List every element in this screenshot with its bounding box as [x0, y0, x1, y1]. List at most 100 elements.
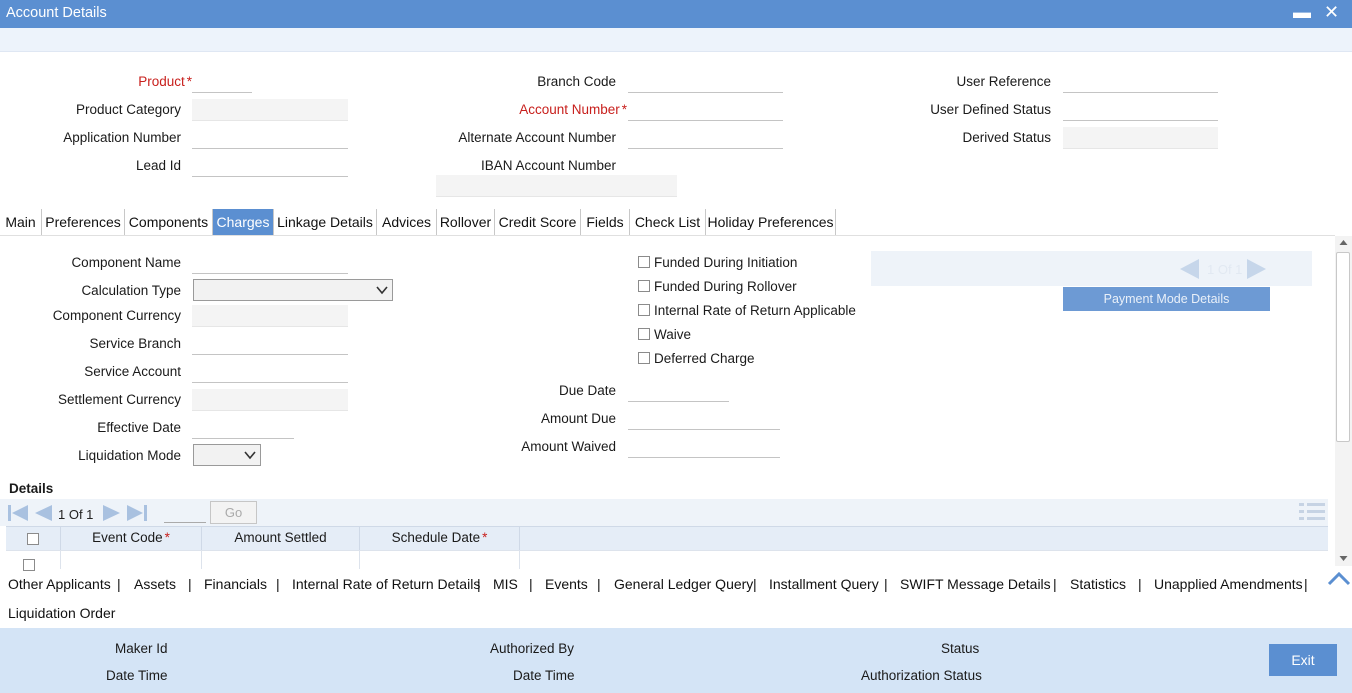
next-icon[interactable] [1247, 259, 1266, 279]
due-date-input[interactable] [628, 380, 729, 402]
payment-mode-panel [871, 251, 1312, 286]
next-page-icon[interactable] [101, 503, 123, 523]
first-page-icon[interactable] [7, 503, 29, 523]
derived-status-label: Derived Status [962, 130, 1051, 145]
effective-date-input[interactable] [192, 417, 294, 439]
toolbar-strip [0, 28, 1352, 52]
account-number-input[interactable] [628, 99, 783, 121]
amount-settled-cell[interactable] [202, 551, 360, 569]
user-reference-input[interactable] [1063, 71, 1218, 93]
component-name-input[interactable] [192, 252, 348, 274]
tab-main[interactable]: Main [0, 209, 42, 235]
link-financials[interactable]: Financials [204, 576, 267, 592]
user-defined-status-input[interactable] [1063, 99, 1218, 121]
link-separator: | [1138, 576, 1142, 592]
amount-due-input[interactable] [628, 408, 780, 430]
waive-checkbox[interactable] [638, 328, 650, 340]
application-number-input[interactable] [192, 127, 348, 149]
row-checkbox[interactable] [23, 559, 35, 571]
funded-during-initiation-checkbox[interactable] [638, 256, 650, 268]
audit-footer: Maker Id Date Time Authorized By Date Ti… [0, 628, 1352, 693]
funded-during-rollover-label: Funded During Rollover [654, 279, 797, 294]
link-general-ledger-query[interactable]: General Ledger Query [614, 576, 753, 592]
calculation-type-select[interactable] [193, 279, 393, 301]
link-other-applicants[interactable]: Other Applicants [8, 576, 111, 592]
minimize-icon[interactable]: ▬ [1293, 1, 1311, 23]
payment-mode-details-button[interactable]: Payment Mode Details [1063, 287, 1270, 311]
tab-preferences[interactable]: Preferences [42, 209, 125, 235]
collapse-up-icon[interactable] [1327, 570, 1351, 586]
tab-components[interactable]: Components [125, 209, 213, 235]
liquidation-mode-select[interactable] [193, 444, 261, 466]
amount-due-label: Amount Due [540, 411, 616, 426]
link-separator: | [1304, 576, 1308, 592]
link-irr-details[interactable]: Internal Rate of Return Details [292, 576, 480, 592]
link-liquidation-order[interactable]: Liquidation Order [8, 605, 115, 621]
row-select-cell [6, 551, 61, 571]
link-events[interactable]: Events [545, 576, 588, 592]
table-row [6, 550, 1328, 571]
scrollbar-thumb[interactable] [1336, 252, 1350, 442]
service-branch-label: Service Branch [89, 336, 181, 351]
scroll-down-icon[interactable] [1339, 555, 1348, 562]
link-assets[interactable]: Assets [134, 576, 176, 592]
column-event-code[interactable]: Event Code * [61, 527, 202, 550]
chevron-down-icon [376, 286, 388, 295]
tab-holiday-preferences[interactable]: Holiday Preferences [706, 209, 836, 235]
amount-waived-input[interactable] [628, 436, 780, 458]
event-code-cell[interactable] [61, 551, 202, 569]
vertical-scrollbar[interactable] [1335, 236, 1352, 566]
link-statistics[interactable]: Statistics [1070, 576, 1126, 592]
deferred-charge-checkbox[interactable] [638, 352, 650, 364]
auth-date-time-label: Date Time [513, 668, 575, 683]
tab-linkage-details[interactable]: Linkage Details [274, 209, 377, 235]
link-installment-query[interactable]: Installment Query [769, 576, 879, 592]
link-swift-message-details[interactable]: SWIFT Message Details [900, 576, 1051, 592]
branch-code-label: Branch Code [537, 74, 616, 89]
funded-during-rollover-checkbox[interactable] [638, 280, 650, 292]
tab-check-list[interactable]: Check List [630, 209, 706, 235]
authorization-status-label: Authorization Status [861, 668, 982, 683]
payment-mode-page: 1 Of 1 [1207, 262, 1243, 277]
alternate-account-number-input[interactable] [628, 127, 783, 149]
alternate-account-number-label: Alternate Account Number [458, 130, 616, 145]
settlement-currency-field [192, 389, 348, 411]
tab-underline [0, 235, 1335, 236]
previous-icon[interactable] [1180, 259, 1199, 279]
link-separator: | [597, 576, 601, 592]
column-amount-settled[interactable]: Amount Settled [202, 527, 360, 550]
go-button[interactable]: Go [210, 501, 257, 524]
service-account-label: Service Account [84, 364, 181, 379]
grid-menu-icon[interactable] [1299, 502, 1325, 522]
exit-button[interactable]: Exit [1269, 644, 1337, 676]
lead-id-input[interactable] [192, 155, 348, 177]
tab-advices[interactable]: Advices [377, 209, 437, 235]
select-all-checkbox[interactable] [27, 533, 39, 545]
previous-page-icon[interactable] [32, 503, 54, 523]
close-icon[interactable]: ✕ [1324, 1, 1339, 23]
date-time-label: Date Time [106, 668, 168, 683]
service-account-input[interactable] [192, 361, 348, 383]
product-label: Product * [138, 74, 192, 89]
service-branch-input[interactable] [192, 333, 348, 355]
page-number-input[interactable] [164, 502, 206, 523]
schedule-date-cell[interactable] [360, 551, 520, 569]
scroll-up-icon[interactable] [1339, 239, 1348, 246]
tab-fields[interactable]: Fields [581, 209, 630, 235]
link-unapplied-amendments[interactable]: Unapplied Amendments [1154, 576, 1303, 592]
product-input[interactable] [192, 71, 252, 93]
column-schedule-date[interactable]: Schedule Date * [360, 527, 520, 550]
tab-credit-score[interactable]: Credit Score [495, 209, 581, 235]
tab-charges[interactable]: Charges [213, 209, 274, 235]
amount-waived-label: Amount Waived [521, 439, 616, 454]
waive-label: Waive [654, 327, 692, 342]
irr-applicable-checkbox[interactable] [638, 304, 650, 316]
link-mis[interactable]: MIS [493, 576, 518, 592]
branch-code-input[interactable] [628, 71, 783, 93]
irr-applicable-label: Internal Rate of Return Applicable [654, 303, 856, 318]
last-page-icon[interactable] [126, 503, 148, 523]
tab-rollover[interactable]: Rollover [437, 209, 495, 235]
authorized-by-label: Authorized By [490, 641, 575, 656]
chevron-down-icon [244, 451, 256, 460]
account-number-label: Account Number * [519, 102, 627, 117]
